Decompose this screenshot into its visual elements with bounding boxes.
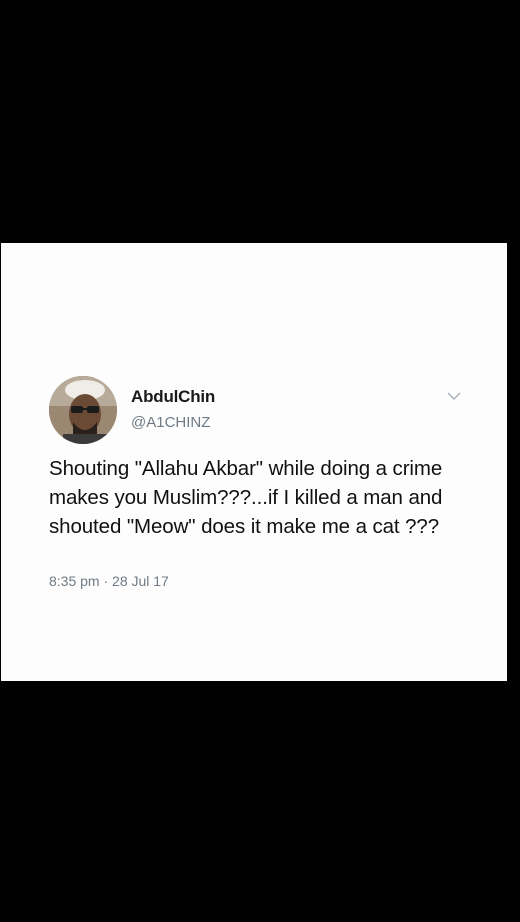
tweet-timestamp[interactable]: 8:35 pm · 28 Jul 17 [49,573,169,589]
tweet-card: AbdulChin @A1CHINZ Shouting "Allahu Akba… [1,243,507,681]
user-handle[interactable]: @A1CHINZ [131,414,210,431]
chevron-down-icon[interactable] [447,391,461,401]
avatar-photo [49,376,117,444]
display-name[interactable]: AbdulChin [131,387,215,407]
avatar[interactable] [49,376,117,444]
tweet-text: Shouting "Allahu Akbar" while doing a cr… [49,457,443,538]
screen: AbdulChin @A1CHINZ Shouting "Allahu Akba… [0,0,520,922]
